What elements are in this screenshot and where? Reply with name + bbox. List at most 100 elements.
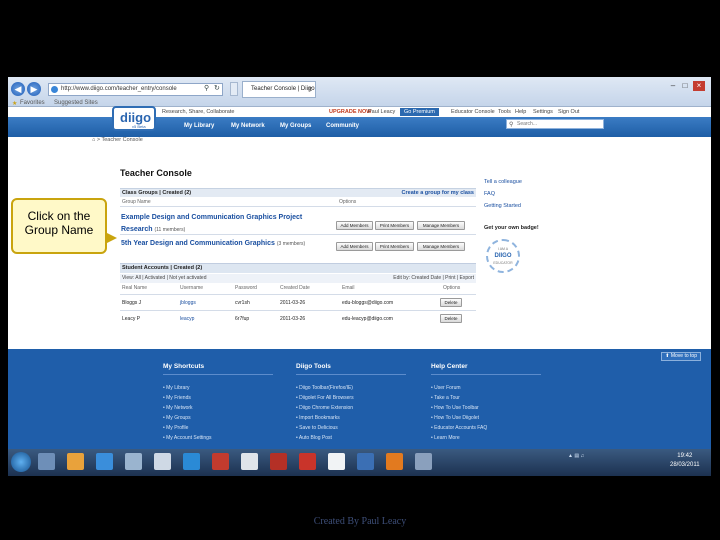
table-row: Leacy P leacyp 6r7fup 2011-03-26 edu-lea… — [120, 313, 476, 325]
footer-link[interactable]: • Diigo Chrome Extension — [296, 405, 353, 411]
search-input[interactable]: ⚲ Search... — [506, 119, 604, 129]
footer-link[interactable]: • Auto Blog Post — [296, 435, 332, 441]
footer-link[interactable]: • Diigolet For All Browsers — [296, 395, 354, 401]
divider — [296, 374, 406, 375]
tools-link[interactable]: Tools — [498, 109, 511, 115]
badge-top-text: I AM A — [497, 247, 509, 251]
student-sort-options[interactable]: Edit by: Created Date | Print | Export — [393, 274, 474, 283]
go-premium-button[interactable]: Go Premium — [400, 108, 439, 116]
clock-date: 28/03/2011 — [670, 462, 700, 468]
footer-link[interactable]: • Learn More — [431, 435, 460, 441]
delete-button[interactable]: Delete — [440, 298, 462, 307]
footer-link[interactable]: • Import Bookmarks — [296, 415, 340, 421]
manage-members-button[interactable]: Manage Members — [417, 242, 465, 251]
footer-link[interactable]: • User Forum — [431, 385, 461, 391]
group-name-link[interactable]: 5th Year Design and Communication Graphi… — [121, 240, 275, 247]
student-username-link[interactable]: jbloggs — [180, 300, 196, 306]
footer-link[interactable]: • My Network — [163, 405, 193, 411]
tab-teacher-console[interactable]: Teacher Console | Diigo x — [242, 81, 316, 98]
create-group-link[interactable]: Create a group for my class — [402, 189, 474, 197]
footer-link[interactable]: • Diigo Toolbar(Firefox/IE) — [296, 385, 353, 391]
taskbar-app-icon[interactable] — [415, 453, 432, 470]
favorites-label[interactable]: Favorites — [20, 100, 45, 106]
taskbar-app-icon[interactable] — [183, 453, 200, 470]
footer-link[interactable]: • My Groups — [163, 415, 191, 421]
suggested-sites-link[interactable]: Suggested Sites — [54, 100, 98, 106]
start-button[interactable] — [11, 452, 31, 472]
system-tray: ▲ ▤ ♫ — [568, 453, 584, 459]
student-view-filter[interactable]: View: All | Activated | Not yet activate… — [122, 275, 207, 281]
footer-link[interactable]: • Educator Accounts FAQ — [431, 425, 487, 431]
settings-link[interactable]: Settings — [533, 109, 553, 115]
tab-label: Teacher Console | Diigo — [251, 86, 315, 92]
favorites-star-icon[interactable]: ★ — [12, 100, 17, 107]
student-password: cvr1sh — [235, 300, 250, 306]
forward-icon[interactable]: ▶ — [27, 82, 41, 96]
tell-colleague-link[interactable]: Tell a colleague — [484, 179, 522, 185]
taskbar-app-icon[interactable] — [386, 453, 403, 470]
search-icon[interactable]: ⚲ — [204, 84, 209, 92]
refresh-icon[interactable]: ↻ — [214, 84, 220, 92]
taskbar-app-icon[interactable] — [154, 453, 171, 470]
help-link[interactable]: Help — [515, 109, 526, 115]
nav-my-groups[interactable]: My Groups — [280, 123, 311, 129]
maximize-icon[interactable]: □ — [680, 81, 690, 91]
footer-link[interactable]: • Take a Tour — [431, 395, 460, 401]
taskbar-app-icon[interactable] — [125, 453, 142, 470]
educator-console-link[interactable]: Educator Console — [451, 109, 495, 115]
close-icon[interactable]: × — [693, 81, 705, 91]
minimize-icon[interactable]: – — [668, 81, 678, 91]
network-icon[interactable]: ▤ — [574, 453, 579, 459]
taskbar-app-icon[interactable] — [67, 453, 84, 470]
add-members-button[interactable]: Add Members — [336, 242, 373, 251]
user-name[interactable]: Paul Leacy — [368, 109, 395, 115]
group-name-link[interactable]: Example Design and Communication Graphic… — [121, 214, 302, 233]
footer-link[interactable]: • My Friends — [163, 395, 191, 401]
upgrade-link[interactable]: UPGRADE NOW — [329, 109, 371, 115]
footer-link[interactable]: • Save to Delicious — [296, 425, 338, 431]
volume-icon[interactable]: ♫ — [580, 453, 584, 459]
taskbar-app-icon[interactable] — [96, 453, 113, 470]
diigo-logo[interactable]: diigo v5 Beta — [112, 106, 156, 131]
tab-close-icon[interactable]: x — [309, 82, 313, 97]
taskbar-app-icon[interactable] — [357, 453, 374, 470]
nav-community[interactable]: Community — [326, 123, 359, 129]
student-accounts-header: Student Accounts | Created (2) — [120, 263, 476, 273]
taskbar-app-icon[interactable] — [299, 453, 316, 470]
manage-members-button[interactable]: Manage Members — [417, 221, 465, 230]
address-bar[interactable]: http://www.diigo.com/teacher_entry/conso… — [48, 83, 223, 96]
taskbar-app-icon[interactable] — [270, 453, 287, 470]
callout-arrow — [105, 232, 117, 244]
tray-arrow-icon[interactable]: ▲ — [568, 453, 573, 459]
getting-started-link[interactable]: Getting Started — [484, 203, 521, 209]
back-icon[interactable]: ◀ — [11, 82, 25, 96]
move-to-top-button[interactable]: ⬆ Move to top — [661, 352, 701, 361]
print-members-button[interactable]: Print Members — [375, 221, 414, 230]
class-groups-header: Class Groups | Created (2) Create a grou… — [120, 188, 476, 197]
footer-link[interactable]: • How To Use Toolbar — [431, 405, 479, 411]
footer-link[interactable]: • My Profile — [163, 425, 188, 431]
student-username-link[interactable]: leacyp — [180, 316, 194, 322]
group-member-count: (11 members) — [154, 227, 186, 233]
divider — [120, 294, 476, 295]
faq-link[interactable]: FAQ — [484, 191, 495, 197]
educator-badge[interactable]: I AM A DIIGO EDUCATOR — [486, 239, 520, 273]
tab-blank[interactable] — [230, 82, 238, 96]
system-clock[interactable]: 19:42 28/03/2011 — [670, 452, 700, 470]
student-created-date: 2011-03-26 — [280, 316, 306, 322]
taskbar-app-icon[interactable] — [38, 453, 55, 470]
taskbar-app-icon[interactable] — [328, 453, 345, 470]
home-icon[interactable]: ⌂ — [92, 137, 95, 143]
taskbar-app-icon[interactable] — [212, 453, 229, 470]
footer-link[interactable]: • My Library — [163, 385, 189, 391]
nav-my-library[interactable]: My Library — [184, 123, 214, 129]
breadcrumb: ⌂ > Teacher Console — [92, 137, 143, 143]
footer-link[interactable]: • My Account Settings — [163, 435, 211, 441]
footer-link[interactable]: • How To Use Diigolet — [431, 415, 479, 421]
delete-button[interactable]: Delete — [440, 314, 462, 323]
nav-my-network[interactable]: My Network — [231, 123, 265, 129]
add-members-button[interactable]: Add Members — [336, 221, 373, 230]
print-members-button[interactable]: Print Members — [375, 242, 414, 251]
sign-out-link[interactable]: Sign Out — [558, 109, 579, 115]
taskbar-app-icon[interactable] — [241, 453, 258, 470]
